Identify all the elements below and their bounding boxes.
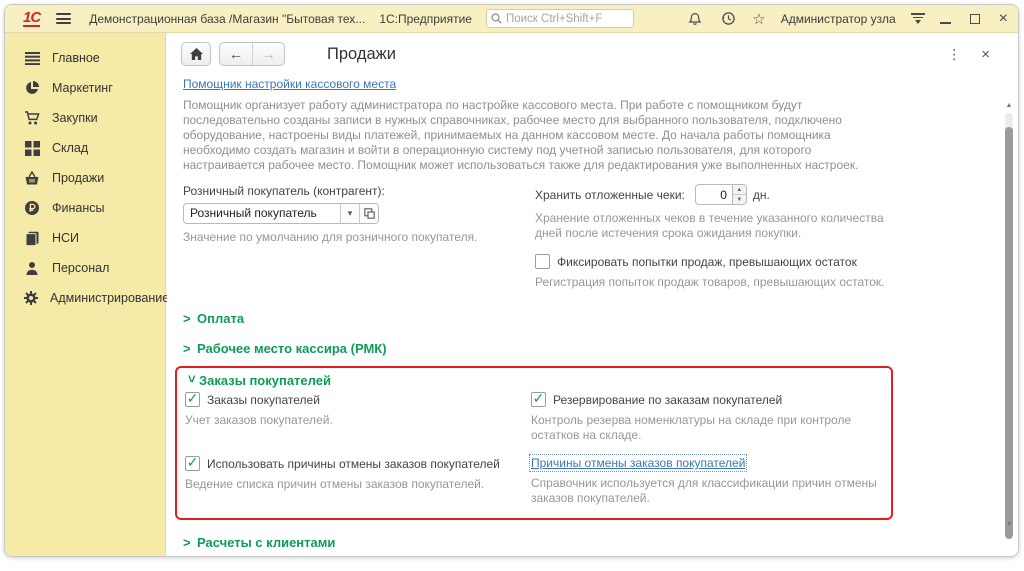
current-user-menu[interactable]: Администратор узла — [781, 12, 896, 26]
fix-sales-attempts-hint: Регистрация попыток продаж товаров, прев… — [535, 275, 907, 290]
deferred-receipts-label: Хранить отложенные чеки: — [535, 188, 685, 202]
open-value-icon[interactable] — [359, 204, 378, 223]
chevron-down-icon: > — [185, 375, 200, 389]
app-window: 1С Демонстрационная база /Магазин "Бытов… — [4, 4, 1019, 557]
section-settlements[interactable]: > Расчеты с клиентами — [183, 535, 994, 550]
section-orders[interactable]: > Заказы покупателей — [185, 373, 883, 388]
home-button[interactable] — [181, 42, 211, 66]
service-settings-icon[interactable] — [911, 13, 925, 24]
cancel-reasons-link[interactable]: Причины отмены заказов покупателей — [531, 456, 745, 470]
vertical-scrollbar: ▲ ▼ — [1004, 79, 1014, 544]
forward-button[interactable]: → — [252, 43, 284, 65]
sidebar-item-nsi[interactable]: НСИ — [5, 223, 165, 253]
cancel-reasons-hint: Ведение списка причин отмены заказов пок… — [185, 477, 531, 492]
more-menu-icon[interactable]: ⋮ — [947, 46, 961, 63]
checkbox-icon[interactable]: ✓ — [535, 254, 550, 269]
orders-cell: Причины отмены заказов покупателей Справ… — [531, 456, 883, 506]
maximize-button[interactable] — [966, 10, 984, 28]
page-title: Продажи — [327, 45, 396, 64]
deferred-receipts-stepper: ▲ ▼ — [695, 184, 747, 205]
orders-highlight-box: > Заказы покупателей ✓ Заказы покупателе… — [175, 366, 893, 520]
cancel-reasons-link-hint: Справочник используется для классификаци… — [531, 476, 883, 506]
sidebar-item-personal[interactable]: Персонал — [5, 253, 165, 283]
orders-cell: ✓ Заказы покупателей Учет заказов покупа… — [185, 392, 531, 443]
fix-sales-attempts-checkbox[interactable]: ✓ Фиксировать попытки продаж, превышающи… — [535, 254, 907, 269]
checkbox-checked-icon[interactable]: ✓ — [185, 456, 200, 471]
form-close-icon[interactable]: × — [981, 46, 990, 63]
checkbox-checked-icon[interactable]: ✓ — [185, 392, 200, 407]
retail-customer-value[interactable]: Розничный покупатель — [184, 204, 340, 223]
sidebar-nav: Главное Маркетинг Закупки Склад Продажи … — [5, 33, 166, 556]
pos-assistant-description: Помощник организует работу администратор… — [183, 98, 883, 173]
favorites-star-icon[interactable]: ☆ — [752, 10, 765, 28]
history-clock-icon[interactable] — [719, 10, 737, 28]
spin-up-icon[interactable]: ▲ — [733, 185, 746, 194]
minimize-button[interactable] — [940, 14, 951, 24]
scroll-up-icon[interactable]: ▲ — [1004, 101, 1014, 111]
notifications-bell-icon[interactable] — [686, 10, 704, 28]
cart-icon — [23, 109, 41, 127]
pages-icon — [23, 229, 41, 247]
cancel-reasons-checkbox[interactable]: ✓ Использовать причины отмены заказов по… — [185, 456, 531, 471]
basket-icon — [23, 169, 41, 187]
settings-form: Помощник настройки кассового места Помощ… — [183, 77, 994, 556]
retail-customer-hint: Значение по умолчанию для розничного пок… — [183, 230, 535, 245]
sidebar-item-sklad[interactable]: Склад — [5, 133, 165, 163]
reserve-orders-checkbox[interactable]: ✓ Резервирование по заказам покупателей — [531, 392, 883, 407]
chevron-right-icon: > — [183, 341, 197, 356]
spin-down-icon[interactable]: ▼ — [733, 194, 746, 204]
titlebar-actions: ☆ Администратор узла × — [686, 10, 1008, 28]
nav-history-group: ← → — [219, 42, 285, 66]
app-name: 1С:Предприятие — [379, 12, 472, 26]
deferred-receipts-input[interactable] — [695, 184, 733, 205]
search-icon — [491, 13, 502, 24]
titlebar: 1С Демонстрационная база /Магазин "Бытов… — [5, 5, 1018, 33]
sidebar-item-glavnoe[interactable]: Главное — [5, 43, 165, 73]
retail-customer-combobox[interactable]: Розничный покупатель ▾ — [183, 203, 379, 224]
home-icon — [190, 48, 203, 60]
section-rmk[interactable]: > Рабочее место кассира (РМК) — [183, 341, 994, 356]
customer-orders-hint: Учет заказов покупателей. — [185, 413, 531, 428]
global-search[interactable] — [486, 9, 634, 28]
reserve-orders-hint: Контроль резерва номенклатуры на складе … — [531, 413, 883, 443]
retail-customer-label: Розничный покупатель (контрагент): — [183, 184, 535, 198]
orders-cell: ✓ Резервирование по заказам покупателей … — [531, 392, 883, 443]
pie-chart-icon — [23, 79, 41, 97]
person-icon — [23, 259, 41, 277]
section-payment[interactable]: > Оплата — [183, 311, 994, 326]
sidebar-item-zakupki[interactable]: Закупки — [5, 103, 165, 133]
scrollbar-thumb[interactable] — [1005, 127, 1013, 539]
ruble-circle-icon — [23, 199, 41, 217]
back-button[interactable]: ← — [220, 43, 252, 65]
dropdown-arrow-icon[interactable]: ▾ — [340, 204, 359, 223]
chevron-right-icon: > — [183, 311, 197, 326]
deferred-receipts-hint: Хранение отложенных чеков в течение указ… — [535, 211, 907, 241]
sidebar-item-finansy[interactable]: Финансы — [5, 193, 165, 223]
grid-icon — [23, 139, 41, 157]
database-title: Демонстрационная база /Магазин "Бытовая … — [89, 12, 365, 26]
sidebar-item-prodazhi[interactable]: Продажи — [5, 163, 165, 193]
menu-lines-icon — [23, 49, 41, 67]
content-area: ← → Продажи ⋮ × Помощник настройки кассо… — [167, 33, 1018, 556]
main-menu-icon[interactable] — [56, 13, 71, 24]
checkbox-checked-icon[interactable]: ✓ — [531, 392, 546, 407]
1c-logo-icon: 1С — [23, 11, 40, 27]
chevron-right-icon: > — [183, 535, 197, 550]
orders-cell: ✓ Использовать причины отмены заказов по… — [185, 456, 531, 506]
pos-assistant-link[interactable]: Помощник настройки кассового места — [183, 77, 396, 91]
sidebar-item-marketing[interactable]: Маркетинг — [5, 73, 165, 103]
scroll-down-icon[interactable]: ▼ — [1004, 520, 1014, 530]
content-header: ← → Продажи ⋮ × — [167, 33, 1018, 75]
deferred-receipts-unit: дн. — [753, 188, 770, 202]
gear-icon — [23, 289, 39, 307]
customer-orders-checkbox[interactable]: ✓ Заказы покупателей — [185, 392, 531, 407]
search-input[interactable] — [506, 13, 629, 25]
window-close-button[interactable]: × — [999, 14, 1008, 24]
sidebar-item-administrirovanie[interactable]: Администрирование — [5, 283, 165, 313]
